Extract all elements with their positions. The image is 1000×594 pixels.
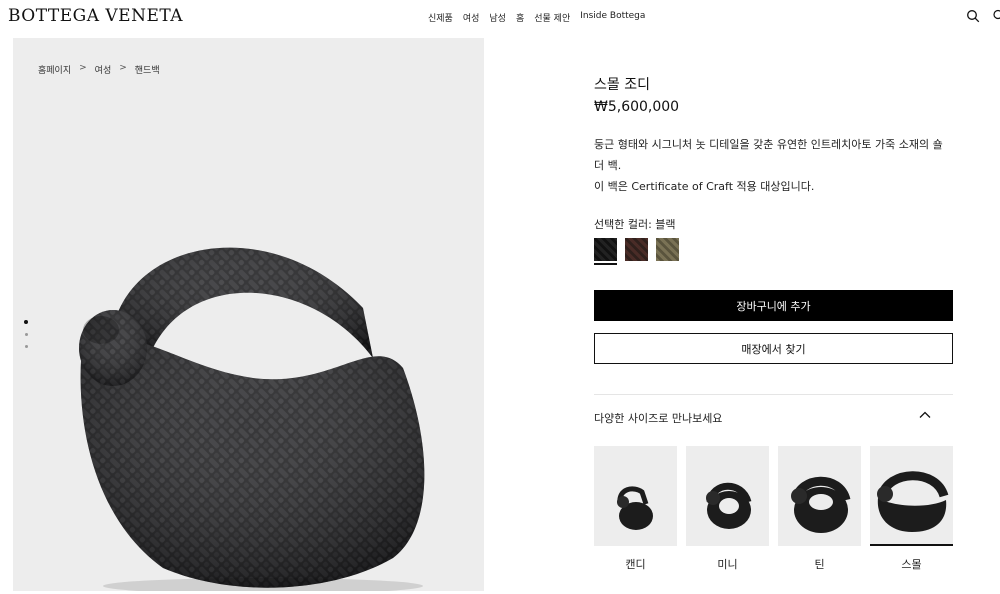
breadcrumb-home[interactable]: 홈페이지: [38, 63, 71, 76]
size-option-candy[interactable]: 캔디: [594, 446, 677, 572]
breadcrumb: 홈페이지 > 여성 > 핸드백: [38, 63, 160, 76]
carousel-dot-3[interactable]: [24, 345, 28, 348]
carousel-dots: [24, 320, 28, 348]
product-price: ₩5,600,000: [594, 99, 680, 115]
breadcrumb-separator: >: [119, 63, 127, 73]
product-image-panel: 홈페이지 > 여성 > 핸드백: [13, 38, 484, 591]
bag-thumbnail-image: [706, 482, 752, 529]
breadcrumb-handbags[interactable]: 핸드백: [135, 63, 160, 76]
size-thumbnail: [686, 446, 769, 546]
nav-new-in[interactable]: 신제품: [428, 11, 453, 24]
carousel-dot-1[interactable]: [24, 320, 28, 324]
swatch-brown[interactable]: [625, 238, 648, 261]
add-to-cart-button[interactable]: 장바구니에 추가: [594, 290, 953, 321]
divider: [594, 394, 953, 395]
size-options: 캔디 미니 틴 스몰: [594, 446, 953, 572]
size-label: 미니: [717, 558, 738, 571]
bag-thumbnail-image: [877, 471, 949, 532]
find-in-store-button[interactable]: 매장에서 찾기: [594, 333, 953, 364]
breadcrumb-separator: >: [79, 63, 87, 73]
swatch-olive[interactable]: [656, 238, 679, 261]
carousel-dot-2[interactable]: [24, 333, 28, 336]
bag-thumbnail-image: [617, 486, 653, 530]
description-line: 둥근 형태와 시그니처 놋 디테일을 갖춘 유연한 인트레치아토 가죽 소재의 …: [594, 138, 943, 172]
main-nav: 신제품 여성 남성 홈 선물 제안 Inside Bottega: [428, 11, 645, 24]
size-option-small[interactable]: 스몰: [870, 446, 953, 572]
color-swatches: [594, 238, 679, 265]
nav-inside-bottega[interactable]: Inside Bottega: [580, 11, 645, 24]
size-thumbnail: [778, 446, 861, 546]
product-description: 둥근 형태와 시그니처 놋 디테일을 갖춘 유연한 인트레치아토 가죽 소재의 …: [594, 134, 950, 197]
chevron-up-icon[interactable]: [918, 408, 932, 422]
search-icon[interactable]: [966, 9, 980, 23]
size-option-mini[interactable]: 미니: [686, 446, 769, 572]
size-label: 스몰: [901, 558, 922, 571]
selected-color-label: 선택한 컬러: 블랙: [594, 218, 676, 231]
site-header: BOTTEGA VENETA 신제품 여성 남성 홈 선물 제안 Inside …: [0, 0, 1000, 34]
bag-thumbnail-image: [791, 476, 851, 533]
sizes-section-title: 다양한 사이즈로 만나보세요: [594, 412, 723, 425]
size-label: 틴: [814, 558, 825, 571]
breadcrumb-women[interactable]: 여성: [95, 63, 112, 76]
size-thumbnail: [594, 446, 677, 546]
size-label: 캔디: [625, 558, 646, 571]
nav-men[interactable]: 남성: [489, 11, 506, 24]
nav-home[interactable]: 홈: [516, 11, 524, 24]
product-title: 스몰 조디: [594, 77, 650, 93]
description-line: 이 백은 Certificate of Craft 적용 대상입니다.: [594, 180, 815, 193]
nav-gifts[interactable]: 선물 제안: [534, 11, 570, 24]
location-icon[interactable]: [992, 9, 1000, 23]
size-option-teen[interactable]: 틴: [778, 446, 861, 572]
size-thumbnail: [870, 446, 953, 546]
product-image-jodie-bag: [79, 247, 425, 591]
brand-logo[interactable]: BOTTEGA VENETA: [8, 6, 183, 26]
nav-women[interactable]: 여성: [463, 11, 480, 24]
swatch-black[interactable]: [594, 238, 617, 265]
